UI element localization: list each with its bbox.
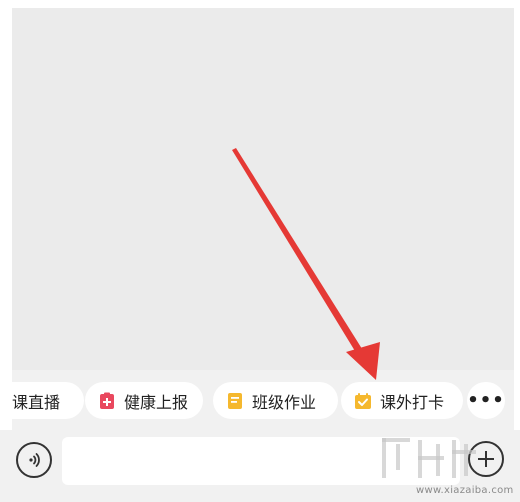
message-input-bar	[0, 430, 520, 502]
voice-input-button[interactable]	[16, 442, 52, 478]
quick-action-label: 课直播	[12, 392, 61, 412]
add-attachment-button[interactable]	[468, 441, 504, 477]
more-button[interactable]: •••	[467, 382, 505, 419]
quick-action-label: 课外打卡	[380, 392, 445, 412]
checkin-icon	[355, 392, 371, 409]
quick-action-bar: 课直播 健康上报 班级作业 课外打卡 •••	[12, 370, 514, 430]
quick-action-extracurricular-checkin[interactable]: 课外打卡	[341, 382, 463, 419]
chat-message-area	[12, 8, 514, 370]
message-text-input[interactable]	[62, 437, 460, 485]
voice-icon	[29, 453, 40, 467]
more-icon: •••	[467, 390, 505, 411]
app-screen: 课直播 健康上报 班级作业 课外打卡 ••• www.xiazaiba.com	[0, 0, 520, 502]
quick-action-live-class[interactable]: 课直播	[12, 382, 84, 419]
homework-icon	[228, 392, 242, 409]
quick-action-health-report[interactable]: 健康上报	[85, 382, 203, 419]
plus-icon	[478, 451, 494, 467]
quick-action-class-homework[interactable]: 班级作业	[213, 382, 338, 419]
health-report-icon	[100, 392, 114, 409]
quick-action-label: 健康上报	[124, 392, 189, 412]
quick-action-label: 班级作业	[252, 392, 317, 412]
